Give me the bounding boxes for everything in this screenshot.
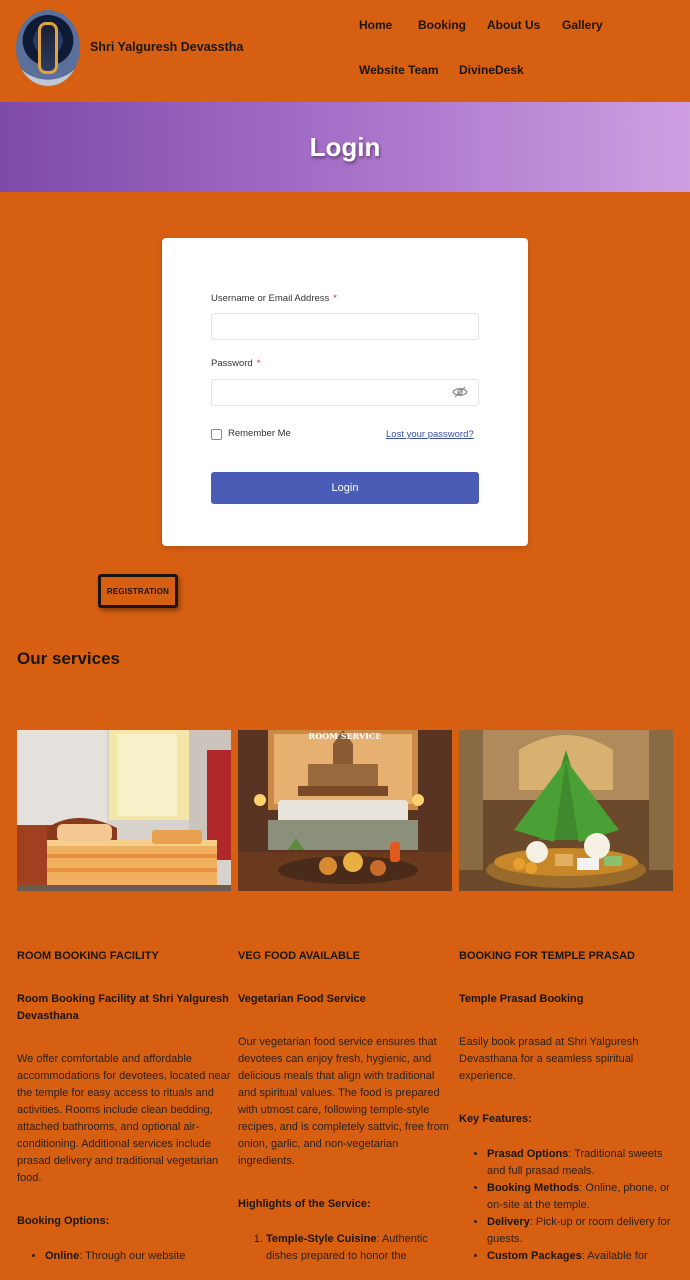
option-label: Online <box>45 1250 80 1262</box>
registration-button[interactable]: REGISTRATION <box>98 574 178 608</box>
room-options-heading: Booking Options: <box>17 1215 110 1227</box>
password-label: Password * <box>211 358 260 369</box>
list-item: Delivery: Pick-up or room delivery for g… <box>487 1214 673 1248</box>
nav-website-team[interactable]: Website Team <box>359 63 439 77</box>
password-input[interactable] <box>211 379 479 406</box>
username-input[interactable] <box>211 313 479 340</box>
page-title: Login <box>309 131 381 162</box>
food-highlights-list: Temple-Style Cuisine: Authentic dishes p… <box>238 1231 452 1265</box>
services-title: Our services <box>17 649 121 668</box>
prasad-image <box>459 730 673 891</box>
room-description: We offer comfortable and affordable acco… <box>17 1053 231 1184</box>
show-password-icon[interactable] <box>452 386 468 398</box>
required-mark: * <box>256 358 261 369</box>
deity-figure <box>38 22 58 74</box>
password-label-text: Password <box>211 358 253 369</box>
room-booking-column: ROOM BOOKING FACILITY Room Booking Facil… <box>17 948 231 1265</box>
username-label-text: Username or Email Address <box>211 293 330 304</box>
required-mark: * <box>333 293 337 304</box>
room-image <box>17 730 231 891</box>
prasad-description: Easily book prasad at Shri Yalguresh Dev… <box>459 1036 639 1082</box>
list-item: Prasad Options: Traditional sweets and f… <box>487 1146 673 1180</box>
feature-label: Prasad Options <box>487 1148 569 1160</box>
nav-gallery[interactable]: Gallery <box>562 18 603 32</box>
nav-home[interactable]: Home <box>359 18 392 32</box>
highlight-label: Temple-Style Cuisine <box>266 1233 377 1245</box>
remember-me-label[interactable]: Remember Me <box>228 428 291 439</box>
food-highlights-heading: Highlights of the Service: <box>238 1198 371 1210</box>
temple-logo[interactable] <box>16 10 80 86</box>
login-button[interactable]: Login <box>211 472 479 504</box>
prasad-subheading: Temple Prasad Booking <box>459 993 584 1005</box>
list-item: Custom Packages: Available for <box>487 1248 673 1265</box>
page-banner: Login <box>0 102 690 192</box>
lost-password-link[interactable]: Lost your password? <box>386 429 474 440</box>
veg-food-column: VEG FOOD AVAILABLE Vegetarian Food Servi… <box>238 948 452 1265</box>
remember-me-checkbox[interactable] <box>211 429 222 440</box>
feature-text: : Available for <box>581 1250 648 1262</box>
prasad-heading: BOOKING FOR TEMPLE PRASAD <box>459 950 636 962</box>
list-item: Booking Methods: Online, phone, or on-si… <box>487 1180 673 1214</box>
nav-about[interactable]: About Us <box>487 18 540 32</box>
list-item: Online: Through our website <box>45 1248 231 1265</box>
list-item: Temple-Style Cuisine: Authentic dishes p… <box>266 1231 452 1265</box>
prasad-features-list: Prasad Options: Traditional sweets and f… <box>459 1146 673 1265</box>
username-label: Username or Email Address * <box>211 293 337 304</box>
feature-label: Delivery <box>487 1216 530 1228</box>
option-text: : Through our website <box>79 1250 186 1262</box>
room-service-caption: ROOM SERVICE <box>309 731 382 741</box>
food-description: Our vegetarian food service ensures that… <box>238 1036 449 1167</box>
veg-food-image: ROOM SERVICE <box>238 730 452 891</box>
nav-booking[interactable]: Booking <box>418 18 466 32</box>
feature-label: Custom Packages <box>487 1250 582 1262</box>
room-options-list: Online: Through our website <box>17 1248 231 1265</box>
site-header: Shri Yalguresh Devasstha Home Booking Ab… <box>0 0 690 102</box>
prasad-column: BOOKING FOR TEMPLE PRASAD Temple Prasad … <box>459 948 673 1265</box>
room-subheading: Room Booking Facility at Shri Yalguresh … <box>17 993 229 1022</box>
feature-label: Booking Methods <box>487 1182 580 1194</box>
site-title[interactable]: Shri Yalguresh Devasstha <box>90 40 243 54</box>
prasad-features-heading: Key Features: <box>459 1113 532 1125</box>
food-subheading: Vegetarian Food Service <box>238 993 366 1005</box>
food-heading: VEG FOOD AVAILABLE <box>238 950 361 962</box>
login-form: Username or Email Address * Password * Rem… <box>162 238 528 546</box>
nav-divinedesk[interactable]: DivineDesk <box>459 63 524 77</box>
room-heading: ROOM BOOKING FACILITY <box>17 950 159 962</box>
